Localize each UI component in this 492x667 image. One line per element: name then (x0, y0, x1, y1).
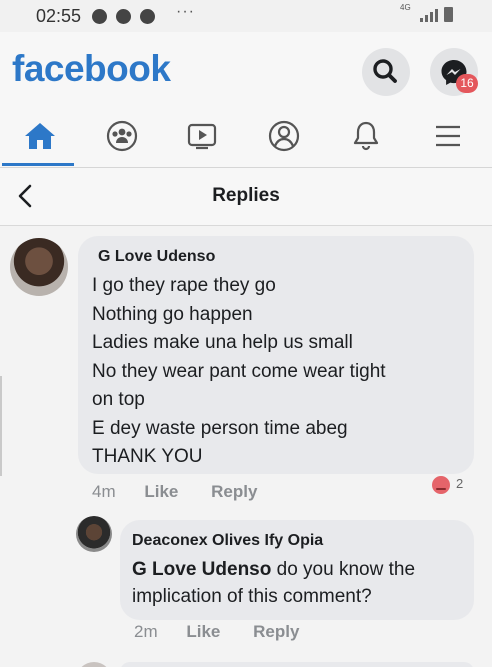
status-time: 02:55 (36, 6, 82, 26)
tab-profile[interactable] (244, 106, 324, 166)
comment-actions: 4m Like Reply (92, 482, 285, 502)
comment-time: 4m (92, 482, 116, 501)
nav-bar (0, 106, 492, 168)
page-title: Replies (212, 185, 280, 206)
facebook-logo: facebook (12, 48, 171, 89)
reply-line: implication of this comment? (132, 586, 372, 607)
replies-header: Replies (0, 168, 492, 226)
avatar[interactable] (76, 516, 112, 552)
comment-line: THANK YOU (92, 446, 203, 467)
like-button[interactable]: Like (186, 622, 220, 641)
groups-icon (106, 120, 138, 152)
tab-groups[interactable] (82, 106, 162, 166)
active-tab-indicator (2, 163, 74, 166)
reply-bubble[interactable]: Deaconex Olives Ify Opia G Love Udenso d… (120, 520, 474, 620)
tab-watch[interactable] (162, 106, 242, 166)
avatar[interactable] (10, 238, 68, 296)
notifications-icon (353, 121, 379, 151)
reply-time: 2m (134, 622, 158, 641)
comment-line: Ladies make una help us small (92, 332, 353, 353)
comment-line: I go they rape they go (92, 275, 276, 296)
status-bar: 02:55 ··· 4G (0, 0, 492, 32)
mention-tag[interactable]: G Love Udenso (132, 559, 271, 580)
search-button[interactable] (362, 48, 410, 96)
reply-text: do you know the (271, 559, 416, 580)
comment-bubble[interactable]: G Love Udenso I go they rape they go Not… (78, 236, 474, 474)
avatar[interactable] (76, 662, 112, 667)
comment-line: E dey waste person time abeg (92, 417, 348, 439)
reply-button[interactable]: Reply (253, 622, 299, 641)
reply-button[interactable]: Reply (211, 482, 257, 501)
reaction-count: 2 (456, 476, 464, 491)
like-button[interactable]: Like (144, 482, 178, 501)
signal-icon (420, 8, 438, 22)
reply-author[interactable]: Deaconex Olives Ify Opia (132, 532, 462, 550)
comment-author[interactable]: G Love Udenso (98, 248, 460, 266)
reply-line: G Love Udenso do you know the (132, 556, 462, 583)
thread-line (0, 376, 2, 476)
network-type: 4G (400, 3, 411, 12)
messenger-status-icon (140, 9, 155, 24)
status-app-icon (116, 9, 131, 24)
watch-icon (187, 123, 217, 150)
home-icon (25, 123, 55, 149)
profile-icon (268, 120, 300, 152)
more-notifications-icon: ··· (176, 3, 195, 20)
whatsapp-icon (92, 9, 107, 24)
tab-home[interactable] (0, 106, 80, 166)
search-icon (373, 59, 397, 83)
messages-badge: 16 (456, 74, 478, 93)
tab-menu[interactable] (408, 106, 488, 166)
angry-reaction-icon (430, 474, 452, 496)
replies-thread: G Love Udenso I go they rape they go Not… (0, 226, 492, 667)
tab-notifications[interactable] (326, 106, 406, 166)
battery-icon (444, 7, 453, 22)
comment-line: No they wear pant come wear tight (92, 360, 386, 382)
app-header: facebook 16 (0, 32, 492, 106)
comment-line: on top (92, 389, 145, 410)
menu-icon (436, 125, 460, 147)
reply-bubble[interactable] (120, 662, 474, 667)
comment-line: Nothing go happen (92, 303, 253, 325)
reply-actions: 2m Like Reply (134, 622, 327, 642)
